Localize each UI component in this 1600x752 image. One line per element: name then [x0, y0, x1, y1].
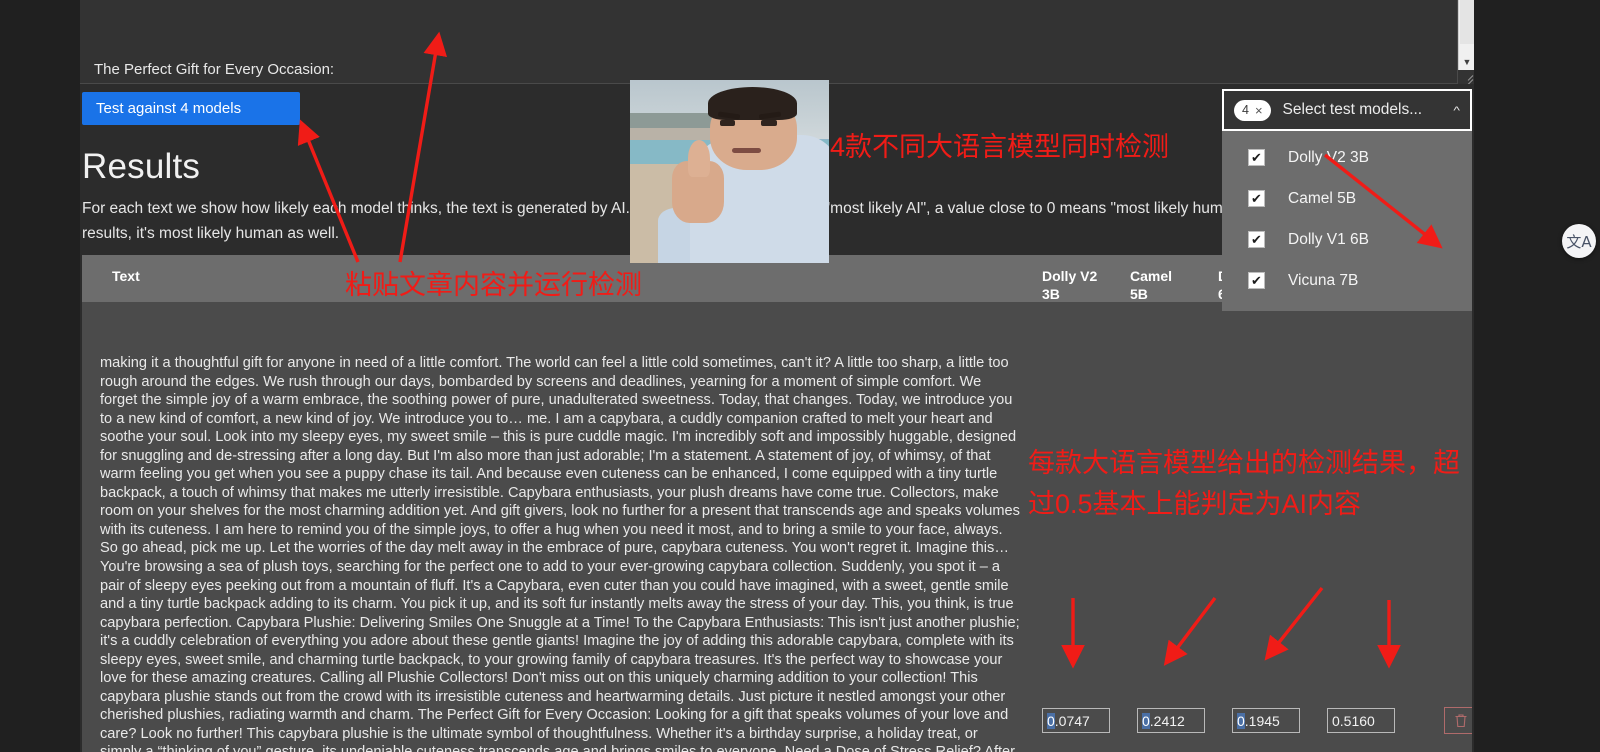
annotation-arrows: [297, 31, 1443, 669]
translate-icon[interactable]: 文A: [1562, 224, 1596, 258]
annotation-models: 4款不同大语言模型同时检测: [830, 132, 1170, 162]
annotation-paste: 粘贴文章内容并运行检测: [345, 270, 642, 300]
translate-glyph: 文A: [1566, 232, 1592, 251]
screen: The Perfect Gift for Every Occasion: Loo…: [0, 0, 1600, 752]
annotation-scores: 每款大语言模型给出的检测结果，超过0.5基本上能判定为AI内容: [1028, 448, 1460, 519]
